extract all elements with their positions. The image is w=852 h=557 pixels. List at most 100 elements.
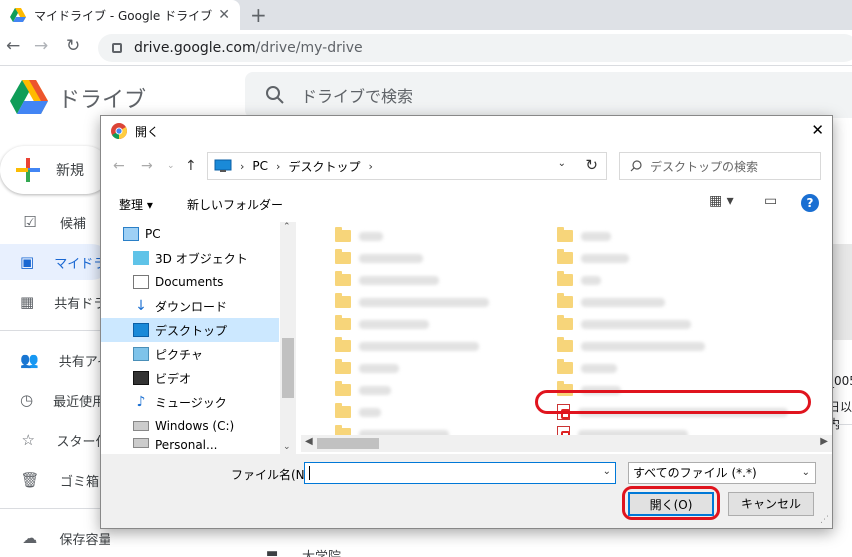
nav-item-pc[interactable]: PC xyxy=(101,222,279,246)
scroll-down-icon[interactable]: ⌄ xyxy=(283,442,291,452)
close-icon[interactable]: ✕ xyxy=(811,121,824,139)
drive-search-bar[interactable]: ドライブで検索 xyxy=(245,72,852,118)
nav-item-label: ミュージック xyxy=(155,395,227,410)
nav-item-music[interactable]: ♪ ミュージック xyxy=(101,390,279,414)
list-item[interactable] xyxy=(335,380,391,400)
sidebar-item-recent[interactable]: ◷ 最近使用したアイテム xyxy=(0,382,110,418)
documents-icon xyxy=(133,275,149,289)
list-item[interactable] xyxy=(335,358,399,378)
back-arrow-icon[interactable]: ← xyxy=(113,158,125,174)
folder-icon xyxy=(557,249,573,264)
help-icon[interactable]: ? xyxy=(801,194,819,212)
blurred-name xyxy=(359,275,439,285)
forward-arrow-icon[interactable]: → xyxy=(141,158,153,174)
folder-name[interactable]: 大学院 xyxy=(302,546,341,557)
organize-menu[interactable]: 整理 ▾ xyxy=(119,196,153,213)
scrollbar-thumb[interactable] xyxy=(282,338,294,398)
sidebar-item-starred[interactable]: ☆ スター付き xyxy=(0,422,111,458)
blurred-name xyxy=(581,253,629,263)
breadcrumb-desktop[interactable]: デスクトップ xyxy=(288,158,360,175)
view-options-icon[interactable]: ▦ ▾ xyxy=(709,193,734,209)
breadcrumb[interactable]: › PC › デスクトップ › ⌄ ↻ xyxy=(207,152,607,180)
breadcrumb-separator: › xyxy=(368,159,373,173)
list-item[interactable] xyxy=(557,336,705,356)
list-item[interactable] xyxy=(335,402,381,422)
folder-icon xyxy=(335,293,351,308)
sidebar-divider xyxy=(0,330,110,331)
sidebar-item-suggestions[interactable]: ☑ 候補 xyxy=(0,204,110,240)
folder-icon xyxy=(557,271,573,286)
list-item[interactable] xyxy=(557,292,665,312)
list-item[interactable] xyxy=(335,226,383,246)
nav-item-windows-c[interactable]: Windows (C:) xyxy=(101,414,279,438)
list-item[interactable] xyxy=(335,292,489,312)
lock-icon xyxy=(112,43,122,53)
nav-item-downloads[interactable]: ↓ ダウンロード xyxy=(101,294,279,318)
list-item[interactable] xyxy=(557,358,617,378)
folder-icon xyxy=(335,271,351,286)
nav-item-personal-drive[interactable]: Personal... xyxy=(101,438,279,454)
scrollbar-thumb[interactable] xyxy=(317,438,379,449)
nav-item-documents[interactable]: Documents xyxy=(101,270,279,294)
refresh-icon[interactable]: ↻ xyxy=(585,156,598,174)
dialog-title: 開く xyxy=(135,124,160,139)
folder-icon: ▬ xyxy=(266,546,279,557)
reload-button[interactable]: ↻ xyxy=(66,36,80,56)
back-button[interactable]: ← xyxy=(6,36,20,56)
forward-button[interactable]: → xyxy=(34,36,48,56)
chevron-down-icon[interactable]: ⌄ xyxy=(603,466,611,477)
new-button[interactable]: 新規 xyxy=(0,146,110,194)
horizontal-scrollbar[interactable]: ◀ ▶ xyxy=(301,435,832,452)
drive-icon xyxy=(133,421,149,431)
sidebar-item-label: 保存容量 xyxy=(59,532,110,548)
browser-tab[interactable]: マイドライブ - Google ドライブ ✕ xyxy=(0,0,240,30)
resize-grip-icon[interactable]: ⋰ xyxy=(820,515,829,525)
folder-icon xyxy=(335,359,351,374)
drive-search-placeholder: ドライブで検索 xyxy=(301,87,414,106)
list-item[interactable] xyxy=(335,336,479,356)
close-tab-icon[interactable]: ✕ xyxy=(218,7,230,23)
preview-pane-icon[interactable]: ▭ xyxy=(764,193,777,209)
star-icon: ☆ xyxy=(21,431,35,449)
list-item[interactable] xyxy=(557,226,611,246)
nav-item-3d-objects[interactable]: 3D オブジェクト xyxy=(101,246,279,270)
omnibox[interactable]: drive.google.com/drive/my-drive xyxy=(98,34,852,62)
sidebar-item-shared-drives[interactable]: ▦ 共有ドライブ xyxy=(0,284,110,320)
open-file-dialog: 開く ✕ ← → ⌄ ↑ › PC › デスクトップ › ⌄ ↻ デスクトップの… xyxy=(100,115,833,529)
nav-item-videos[interactable]: ビデオ xyxy=(101,366,279,390)
cancel-button[interactable]: キャンセル xyxy=(728,492,814,516)
new-tab-button[interactable]: + xyxy=(250,3,267,27)
scroll-right-icon[interactable]: ▶ xyxy=(820,436,828,447)
file-name-input[interactable]: ⌄ xyxy=(304,462,616,484)
blurred-name xyxy=(581,363,617,373)
up-arrow-icon[interactable]: ↑ xyxy=(185,158,197,174)
nav-item-desktop[interactable]: デスクトップ xyxy=(101,318,279,342)
list-item[interactable] xyxy=(335,248,423,268)
nav-scrollbar[interactable]: ⌃ ⌄ xyxy=(280,222,296,454)
screen: マイドライブ - Google ドライブ ✕ + ← → ↻ drive.goo… xyxy=(0,0,852,557)
scroll-up-icon[interactable]: ⌃ xyxy=(283,222,291,232)
chevron-down-icon[interactable]: ⌄ xyxy=(167,161,175,171)
file-type-select[interactable]: すべてのファイル (*.*) ⌄ xyxy=(628,462,816,484)
blurred-name xyxy=(359,253,423,263)
dialog-search-input[interactable]: デスクトップの検索 xyxy=(619,152,821,180)
sidebar-item-trash[interactable]: 🗑 ゴミ箱 xyxy=(0,462,110,498)
scroll-left-icon[interactable]: ◀ xyxy=(305,436,313,447)
list-item[interactable] xyxy=(335,314,429,334)
sidebar-item-my-drive[interactable]: ▣ マイドライブ xyxy=(0,244,110,280)
list-item[interactable] xyxy=(557,248,629,268)
url-host: drive.google.com xyxy=(134,40,256,56)
list-item[interactable] xyxy=(557,314,691,334)
sidebar-item-shared[interactable]: 👥 共有アイテム xyxy=(0,342,110,378)
chevron-down-icon[interactable]: ⌄ xyxy=(558,158,566,169)
chevron-down-icon: ⌄ xyxy=(801,467,810,478)
drive-icon xyxy=(133,438,149,448)
list-item[interactable] xyxy=(335,270,439,290)
breadcrumb-pc[interactable]: PC xyxy=(252,159,268,173)
nav-item-pictures[interactable]: ピクチャ xyxy=(101,342,279,366)
list-item[interactable] xyxy=(557,270,601,290)
new-folder-button[interactable]: 新しいフォルダー xyxy=(187,196,283,213)
sidebar-item-storage[interactable]: ☁ 保存容量 xyxy=(0,520,110,556)
folder-icon xyxy=(557,315,573,330)
nav-item-label: デスクトップ xyxy=(155,323,228,338)
